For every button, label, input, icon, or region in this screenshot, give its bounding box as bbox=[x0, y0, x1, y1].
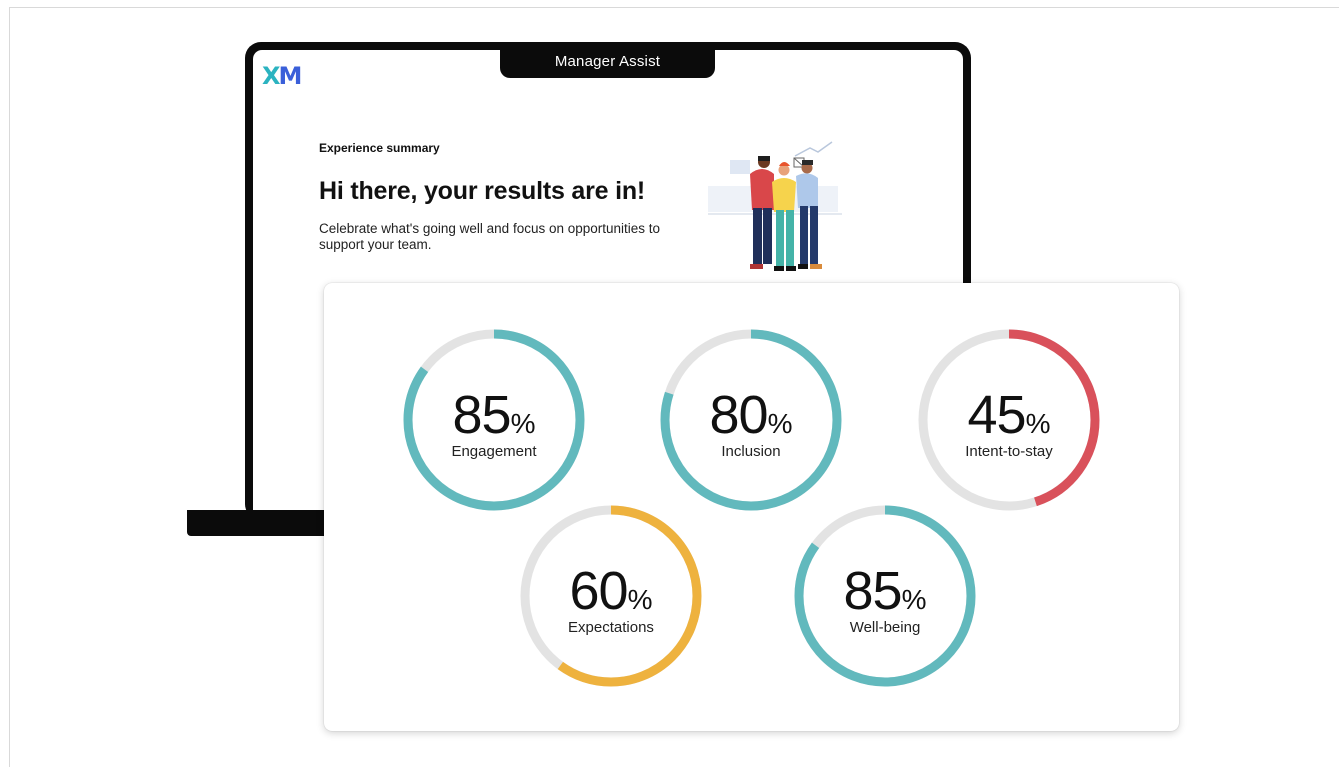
metric-label: Intent-to-stay bbox=[965, 443, 1053, 460]
xm-logo: XM bbox=[262, 62, 302, 90]
metric-label: Expectations bbox=[568, 619, 654, 636]
metric-value: 60% bbox=[569, 561, 653, 621]
metric-ring-well-being: 85% Well-being bbox=[791, 502, 979, 690]
metric-ring-expectations: 60% Expectations bbox=[517, 502, 705, 690]
metric-label: Well-being bbox=[849, 619, 921, 636]
laptop-base bbox=[187, 510, 347, 536]
section-eyebrow: Experience summary bbox=[319, 141, 440, 155]
metric-ring-inclusion: 80% Inclusion bbox=[657, 326, 845, 514]
metric-value: 80% bbox=[709, 385, 793, 445]
metric-ring-engagement: 85% Engagement bbox=[400, 326, 588, 514]
team-illustration-icon bbox=[708, 141, 842, 271]
metric-ring-intent-to-stay: 45% Intent-to-stay bbox=[915, 326, 1103, 514]
metric-label: Inclusion bbox=[721, 443, 781, 460]
metric-value: 85% bbox=[843, 561, 927, 621]
results-card: 85% Engagement 80% Inclusion 45% Intent-… bbox=[324, 283, 1179, 731]
app-title-bar: Manager Assist bbox=[500, 42, 715, 78]
metric-value: 85% bbox=[452, 385, 536, 445]
metric-value: 45% bbox=[967, 385, 1051, 445]
page-title: Hi there, your results are in! bbox=[319, 177, 646, 205]
page-subtitle: Celebrate what's going well and focus on… bbox=[319, 221, 661, 252]
metric-label: Engagement bbox=[451, 443, 537, 460]
app-title: Manager Assist bbox=[554, 52, 661, 70]
